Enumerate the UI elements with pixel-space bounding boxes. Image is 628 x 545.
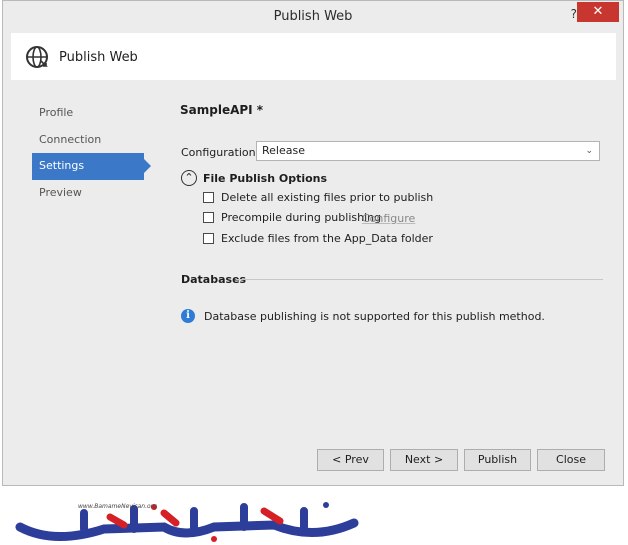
barnamenevisan-logo	[15, 502, 359, 542]
configuration-select[interactable]: Release ⌄	[256, 141, 600, 161]
title-bar: Publish Web ? ✕	[3, 1, 623, 33]
file-publish-options-title: File Publish Options	[203, 172, 328, 185]
dialog-header: Publish Web	[11, 33, 616, 80]
option-label: Delete all existing files prior to publi…	[221, 191, 434, 204]
close-button[interactable]: Close	[537, 449, 605, 471]
section-divider	[236, 279, 603, 280]
exclude-app-data-checkbox[interactable]	[203, 233, 214, 244]
info-icon: i	[181, 309, 195, 323]
close-window-button[interactable]: ✕	[577, 2, 619, 22]
globe-icon	[26, 46, 48, 68]
profile-name: SampleAPI *	[180, 103, 264, 117]
window-title: Publish Web	[273, 9, 353, 24]
publish-button[interactable]: Publish	[464, 449, 531, 471]
prev-button[interactable]: < Prev	[317, 449, 384, 471]
precompile-checkbox[interactable]	[203, 212, 214, 223]
nav-item-connection[interactable]: Connection	[32, 127, 152, 154]
nav-item-settings[interactable]: Settings	[32, 153, 151, 180]
option-label: Precompile during publishing	[221, 211, 382, 224]
configure-link[interactable]: Configure	[362, 212, 415, 225]
wizard-nav: Profile Connection Settings Preview	[32, 100, 152, 206]
configuration-value: Release	[262, 144, 305, 157]
nav-item-preview[interactable]: Preview	[32, 180, 152, 207]
database-info-text: Database publishing is not supported for…	[204, 310, 545, 323]
delete-existing-checkbox[interactable]	[203, 192, 214, 203]
header-title: Publish Web	[59, 50, 138, 65]
option-label: Exclude files from the App_Data folder	[221, 232, 433, 245]
configuration-label: Configuration:	[181, 146, 260, 159]
collapse-toggle-icon[interactable]: ⌃	[181, 170, 197, 186]
chevron-down-icon: ⌄	[585, 146, 593, 156]
nav-item-profile[interactable]: Profile	[32, 100, 152, 127]
next-button[interactable]: Next >	[390, 449, 458, 471]
watermark-url: www.BamameNevisan.org	[78, 503, 157, 510]
